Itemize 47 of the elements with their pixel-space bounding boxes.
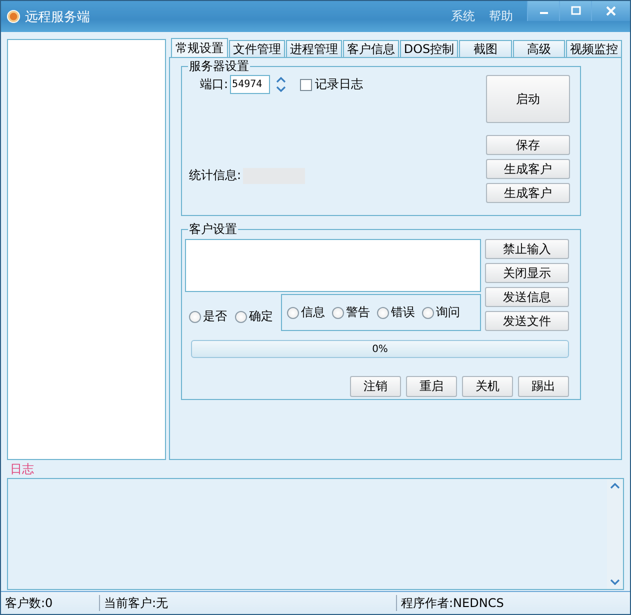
- radio-option[interactable]: 警告: [332, 304, 370, 321]
- radio-option[interactable]: 是否: [189, 308, 227, 325]
- app-logo-icon: [7, 10, 20, 23]
- window-title: 远程服务端: [25, 8, 91, 26]
- start-button[interactable]: 启动: [486, 75, 570, 123]
- radio-option[interactable]: 确定: [235, 308, 273, 325]
- tab[interactable]: 视频监控: [566, 40, 622, 57]
- push-button[interactable]: 禁止输入: [485, 239, 569, 259]
- radio-option[interactable]: 错误: [377, 304, 415, 321]
- push-button[interactable]: 关机: [462, 376, 513, 397]
- push-button[interactable]: 发送文件: [485, 311, 569, 331]
- push-button[interactable]: 注销: [350, 376, 401, 397]
- push-button[interactable]: 关闭显示: [485, 263, 569, 283]
- port-field[interactable]: 54974: [230, 75, 270, 94]
- group-title: 服务器设置: [189, 59, 249, 73]
- tab[interactable]: 文件管理: [228, 40, 285, 57]
- status-text: 程序作者:NEDNCS: [400, 595, 504, 611]
- radio-option[interactable]: 询问: [422, 304, 460, 321]
- radio-option[interactable]: 信息: [287, 304, 325, 321]
- tab[interactable]: DOS控制: [400, 40, 458, 57]
- push-button[interactable]: 踢出: [518, 376, 569, 397]
- push-button[interactable]: 发送信息: [485, 287, 569, 307]
- scrollbar[interactable]: [607, 479, 623, 589]
- tab[interactable]: 高级: [512, 40, 566, 57]
- status-text: 当前客户:无: [100, 595, 397, 611]
- close-icon: [606, 6, 616, 16]
- push-button[interactable]: 生成客户: [486, 183, 570, 203]
- log-checkbox[interactable]: 记录日志: [300, 76, 364, 93]
- minimize-button[interactable]: [527, 1, 559, 21]
- close-button[interactable]: [591, 1, 630, 21]
- status-text: 客户数:0: [1, 595, 100, 611]
- tab[interactable]: 常规设置: [171, 38, 228, 57]
- maximize-icon: [570, 6, 580, 16]
- message-field[interactable]: [185, 239, 481, 292]
- log-title: 日志: [9, 461, 35, 477]
- tab[interactable]: 客户信息: [342, 40, 399, 57]
- group-title: 客户设置: [189, 222, 237, 236]
- push-button[interactable]: 生成客户: [486, 159, 570, 179]
- push-button[interactable]: 重启: [406, 376, 457, 397]
- port-label: 端口:: [200, 76, 228, 93]
- push-button[interactable]: 保存: [486, 135, 570, 155]
- spinner-icon[interactable]: [274, 75, 288, 94]
- stats-label: 统计信息:: [189, 167, 242, 184]
- maximize-button[interactable]: [559, 1, 591, 21]
- tab[interactable]: 进程管理: [286, 40, 342, 57]
- tab[interactable]: 截图: [459, 40, 512, 57]
- progress-reading: 0%: [372, 344, 388, 354]
